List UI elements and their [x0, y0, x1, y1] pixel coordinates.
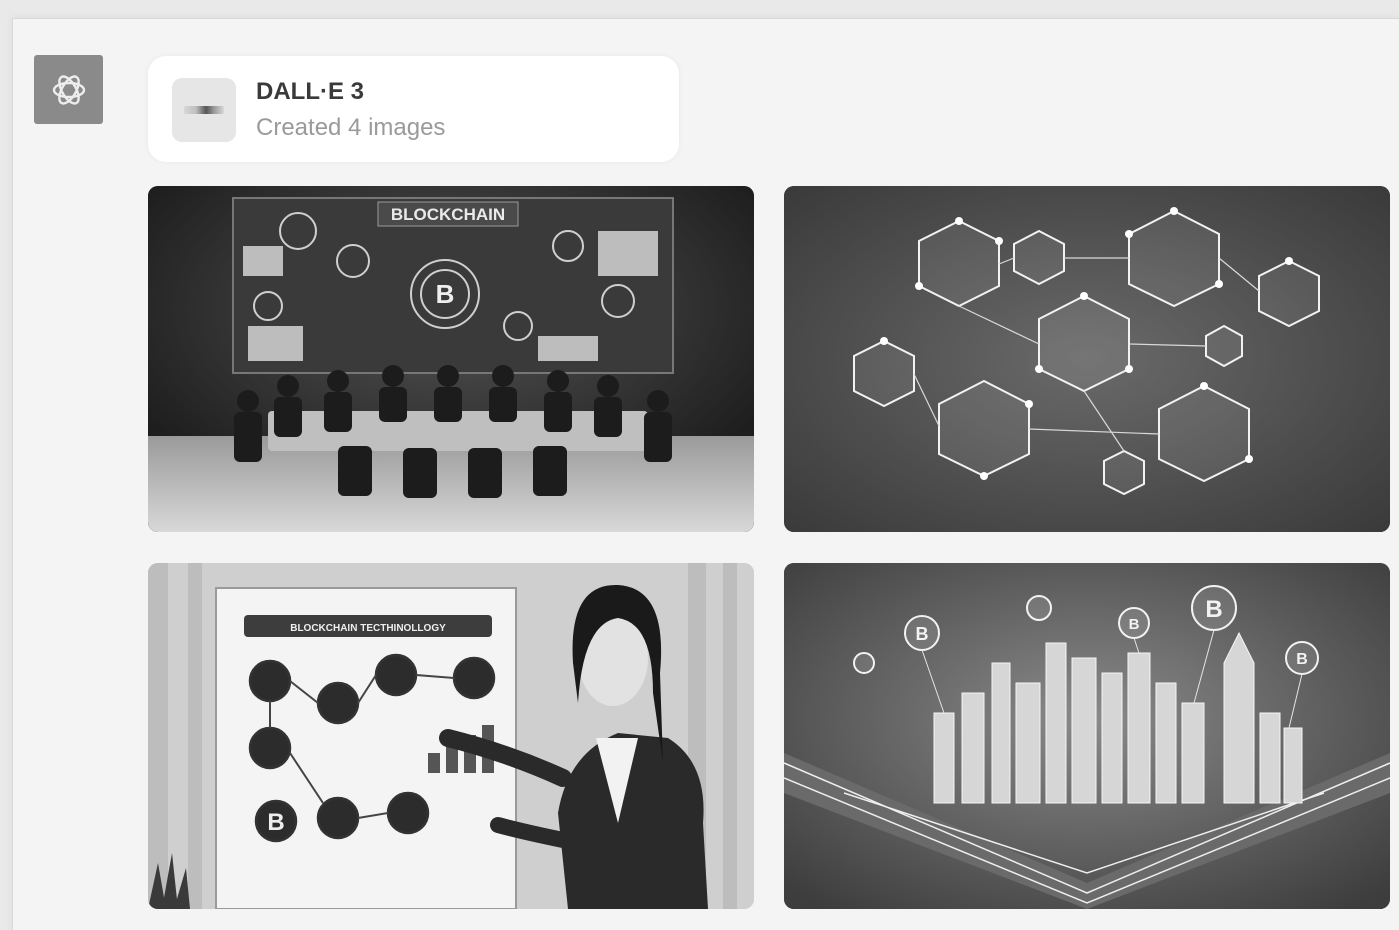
- coin-letter: B: [267, 809, 284, 836]
- blockchain-city-illustration: B B B B: [784, 563, 1390, 909]
- meeting-room-illustration: BLOCKCHAIN B: [148, 186, 754, 532]
- presenter-illustration: BLOCKCHAIN TECTHINOLLOGY B: [148, 563, 754, 909]
- coin-letter: B: [436, 279, 455, 309]
- generated-image-3[interactable]: BLOCKCHAIN TECTHINOLLOGY B: [148, 563, 754, 909]
- openai-logo-icon: [52, 74, 85, 105]
- poster-text: BLOCKCHAIN: [391, 205, 505, 224]
- poster-text: BLOCKCHAIN TECTHINOLLOGY: [290, 623, 446, 634]
- generated-image-4[interactable]: B B B B: [784, 563, 1390, 909]
- generated-image-1[interactable]: BLOCKCHAIN B: [148, 186, 754, 532]
- generated-image-2[interactable]: [784, 186, 1390, 532]
- svg-text:B: B: [1296, 651, 1308, 668]
- assistant-avatar: [34, 55, 103, 124]
- svg-text:B: B: [916, 624, 929, 644]
- dalle-thumbnail-icon: [172, 78, 236, 142]
- dalle-plugin-card[interactable]: DALL·E 3 Created 4 images: [148, 56, 679, 162]
- plugin-title: DALL·E 3: [256, 78, 364, 105]
- svg-text:B: B: [1129, 616, 1140, 633]
- coin-letter: B: [1205, 596, 1222, 623]
- blockchain-cubes-illustration: [784, 186, 1390, 532]
- plugin-subtitle: Created 4 images: [256, 114, 446, 141]
